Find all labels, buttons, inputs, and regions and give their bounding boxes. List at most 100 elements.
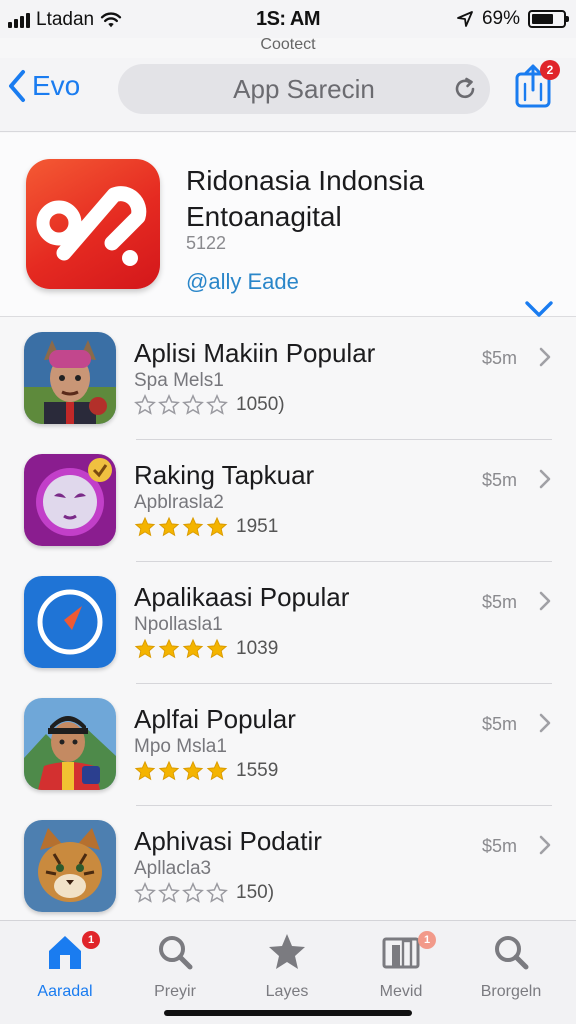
app-icon[interactable]	[24, 454, 116, 546]
refresh-icon[interactable]	[452, 76, 478, 102]
tab-label: Mevid	[379, 983, 423, 1000]
app-row[interactable]: Aplfai Popular Mpo Msla1 1559 $5m	[0, 684, 576, 806]
chevron-down-icon[interactable]	[524, 297, 554, 319]
featured-app-icon[interactable]	[26, 159, 160, 289]
rating: 1559	[134, 760, 278, 782]
app-subtitle: Mpo Msla1	[134, 736, 227, 757]
library-icon	[382, 937, 420, 969]
star-icon	[182, 882, 204, 903]
app-row[interactable]: Raking Tapkuar Apblrasla2 1951 $5m	[0, 440, 576, 562]
rating-count: 1039	[236, 638, 279, 659]
star-icon	[182, 638, 204, 659]
app-price: $5m	[482, 470, 518, 490]
app-icon[interactable]	[24, 698, 116, 790]
star-icon	[134, 638, 156, 659]
home-indicator[interactable]	[164, 1010, 412, 1016]
star-icon	[134, 516, 156, 537]
app-subtitle: Apblrasla2	[134, 492, 224, 513]
star-icon	[206, 882, 228, 903]
app-title: Aplisi Makiin Popular	[134, 338, 376, 368]
person-cat-icon	[24, 332, 116, 424]
star-icon	[206, 516, 228, 537]
rating-count: 150)	[236, 882, 275, 903]
tab-label: Preyir	[154, 983, 196, 1000]
featured-app[interactable]: Ridonasia Indonsia Entoanagital 5122 @al…	[0, 133, 576, 317]
header-subtitle: Cootect	[260, 36, 316, 53]
app-list: Aplisi Makiin Popular Spa Mels1 1050) $5…	[0, 318, 576, 928]
featured-app-id: 5122	[186, 233, 227, 253]
app-price: $5m	[482, 714, 518, 734]
compass-icon	[24, 576, 116, 668]
app-row[interactable]: Aplisi Makiin Popular Spa Mels1 1050) $5…	[0, 318, 576, 440]
tab-label: Brorgeln	[480, 983, 542, 1000]
app-title: Raking Tapkuar	[134, 460, 315, 490]
app-subtitle: Npollasla1	[134, 614, 223, 635]
star-icon	[206, 394, 228, 415]
search-field[interactable]: App Sarecin	[118, 64, 490, 114]
location-icon	[457, 11, 473, 27]
tab-badge: 1	[82, 931, 100, 949]
nav-bar: Evo App Sarecin 2	[0, 58, 576, 132]
app-icon[interactable]	[24, 332, 116, 424]
rating: 1050)	[134, 394, 285, 416]
tab-library[interactable]: Mevid 1	[346, 931, 456, 1001]
star-icon	[158, 516, 180, 537]
app-price: $5m	[482, 348, 518, 368]
battery-percent: 69%	[481, 8, 520, 29]
search-icon	[159, 936, 193, 970]
tab-search-2[interactable]: Brorgeln	[456, 931, 566, 1001]
status-right: 69%	[456, 8, 569, 30]
app-row[interactable]: Apalikaasi Popular Npollasla1 1039 $5m	[0, 562, 576, 684]
rating: 1951	[134, 516, 278, 538]
chevron-right-icon[interactable]	[538, 590, 552, 612]
rating: 1039	[134, 638, 278, 660]
star-icon	[182, 394, 204, 415]
app-subtitle: Spa Mels1	[134, 370, 224, 391]
back-label: Evo	[32, 70, 81, 101]
star-icon	[206, 638, 228, 659]
app-subtitle: Apllaclа3	[134, 858, 212, 879]
star-icon	[158, 638, 180, 659]
share-badge: 2	[540, 60, 560, 80]
star-icon	[206, 760, 228, 781]
app-title: Aphivasi Podatir	[134, 826, 322, 856]
tab-bar: Aaradal 1 Preyir Layes Mevid 1 Brorgeln	[0, 920, 576, 1024]
app-title: Apalikaasi Popular	[134, 582, 350, 612]
search-text: App Sarecin	[233, 73, 375, 104]
star-icon	[182, 516, 204, 537]
star-icon	[134, 394, 156, 415]
app-price: $5m	[482, 592, 518, 612]
person-portrait-icon	[24, 698, 116, 790]
chevron-right-icon[interactable]	[538, 712, 552, 734]
tiger-icon	[24, 820, 116, 912]
battery-icon	[528, 10, 569, 28]
home-icon	[49, 936, 81, 969]
mask-icon	[24, 454, 116, 546]
status-bar: Ltadan 1S: AM 69%	[0, 0, 576, 38]
chevron-right-icon[interactable]	[538, 834, 552, 856]
chevron-left-icon	[9, 70, 25, 102]
featured-app-name: Ridonasia Indonsia Entoanagital	[186, 165, 425, 232]
rating-count: 1050)	[236, 394, 285, 415]
app-row[interactable]: Aphivasi Podatir Apllaclа3 150) $5m	[0, 806, 576, 928]
tab-favorites[interactable]: Layes	[232, 931, 342, 1001]
back-button[interactable]: Evo	[6, 68, 80, 104]
star-icon	[158, 882, 180, 903]
tab-search[interactable]: Preyir	[120, 931, 230, 1001]
tab-home[interactable]: Aaradal 1	[10, 931, 120, 1001]
star-icon	[134, 882, 156, 903]
app-icon[interactable]	[24, 576, 116, 668]
featured-app-link[interactable]: @ally Eade	[186, 269, 299, 295]
star-icon	[134, 760, 156, 781]
chevron-right-icon[interactable]	[538, 346, 552, 368]
star-icon	[158, 394, 180, 415]
app-icon[interactable]	[24, 820, 116, 912]
app-price: $5m	[482, 836, 518, 856]
link-logo-icon	[36, 186, 147, 266]
star-icon	[182, 760, 204, 781]
tab-label: Aaradal	[37, 983, 93, 1000]
search-icon	[495, 936, 529, 970]
rating: 150)	[134, 882, 274, 904]
app-title: Aplfai Popular	[134, 704, 296, 734]
chevron-right-icon[interactable]	[538, 468, 552, 490]
